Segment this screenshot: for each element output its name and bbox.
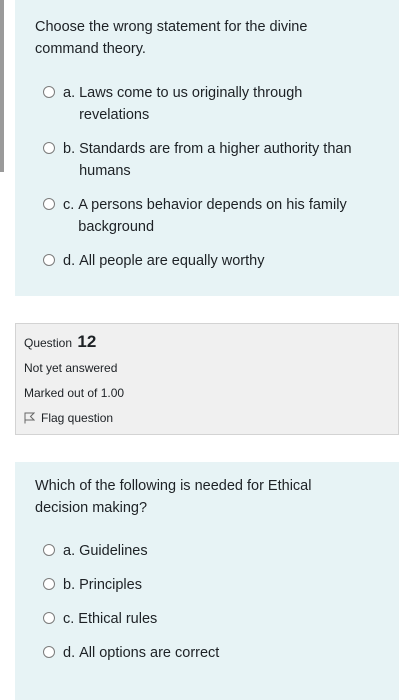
radio-button[interactable] <box>43 612 55 624</box>
option-label: All options are correct <box>79 645 220 661</box>
answer-status: Not yet answered <box>24 361 118 375</box>
option-c[interactable]: c. Ethical rules <box>43 608 373 630</box>
option-c[interactable]: c. A persons behavior depends on his fam… <box>43 194 373 238</box>
radio-button[interactable] <box>43 142 55 154</box>
option-b[interactable]: b. Standards are from a higher authority… <box>43 138 373 182</box>
option-label: A persons behavior depends on his family… <box>78 197 347 235</box>
option-letter: d. <box>63 253 76 269</box>
radio-button[interactable] <box>43 254 55 266</box>
option-letter: c. <box>63 611 75 627</box>
option-letter: a. <box>63 85 76 101</box>
radio-button[interactable] <box>43 86 55 98</box>
option-label: Laws come to us originally through revel… <box>79 85 303 123</box>
question-number-value: 12 <box>77 332 97 351</box>
question-label: Question <box>24 336 73 350</box>
radio-button[interactable] <box>43 544 55 556</box>
option-label: All people are equally worthy <box>79 253 265 269</box>
option-b[interactable]: b. Principles <box>43 574 373 596</box>
flag-icon <box>24 412 35 424</box>
radio-button[interactable] <box>43 198 55 210</box>
radio-button[interactable] <box>43 578 55 590</box>
option-d[interactable]: d. All options are correct <box>43 642 373 664</box>
option-d[interactable]: d. All people are equally worthy <box>43 250 373 272</box>
marks-info: Marked out of 1.00 <box>24 386 125 400</box>
option-label: Guidelines <box>79 543 148 559</box>
option-a[interactable]: a. Laws come to us originally through re… <box>43 82 373 126</box>
option-letter: a. <box>63 543 76 559</box>
option-letter: b. <box>63 141 76 157</box>
radio-button[interactable] <box>43 646 55 658</box>
option-label: Ethical rules <box>78 611 158 627</box>
option-label: Principles <box>79 577 142 593</box>
question-11-panel: Choose the wrong statement for the divin… <box>15 0 399 296</box>
option-label: Standards are from a higher authority th… <box>79 141 352 179</box>
flag-question-label: Flag question <box>41 411 114 425</box>
page-left-rule <box>0 0 4 172</box>
question-number: Question 12 <box>24 332 96 352</box>
option-letter: c. <box>63 197 75 213</box>
flag-question-link[interactable]: Flag question <box>24 411 113 425</box>
question-info-box: Question 12 Not yet answered Marked out … <box>15 323 399 435</box>
question-12-panel: Which of the following is needed for Eth… <box>15 462 399 700</box>
question-text: Which of the following is needed for Eth… <box>35 478 312 516</box>
question-text: Choose the wrong statement for the divin… <box>35 19 308 57</box>
option-letter: b. <box>63 577 76 593</box>
option-letter: d. <box>63 645 76 661</box>
option-a[interactable]: a. Guidelines <box>43 540 373 562</box>
